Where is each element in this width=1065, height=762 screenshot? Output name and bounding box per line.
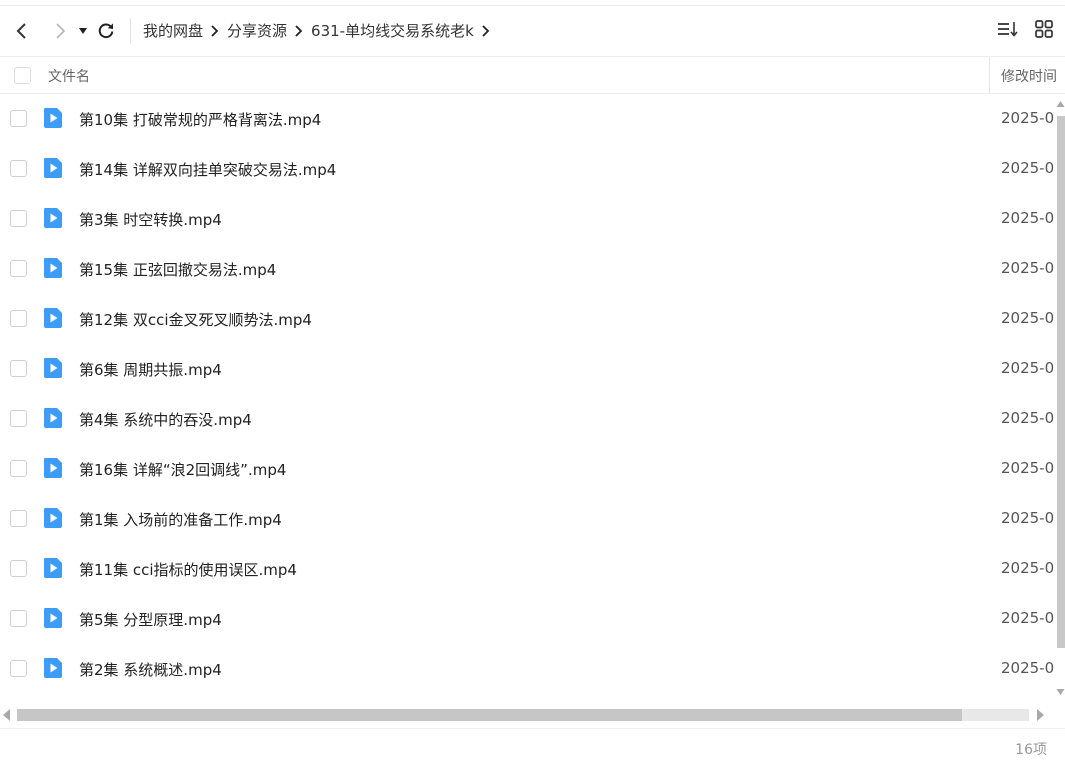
- sort-button[interactable]: [997, 18, 1019, 40]
- item-count: 16项: [1015, 742, 1047, 758]
- chevron-right-icon[interactable]: [474, 24, 498, 38]
- toolbar: 我的网盘 分享资源 631-单均线交易系统老k: [0, 5, 1065, 55]
- file-name: 第3集 时空转换.mp4: [79, 211, 222, 229]
- file-name: 第12集 双cci金叉死叉顺势法.mp4: [79, 311, 312, 329]
- horizontal-scroll-thumb[interactable]: [17, 709, 962, 721]
- chevron-left-icon: [16, 22, 26, 39]
- video-file-icon: [44, 358, 62, 378]
- file-modified-time: 2025-0: [1001, 509, 1055, 527]
- view-controls: [997, 18, 1055, 40]
- video-file-icon: [44, 308, 62, 328]
- row-checkbox[interactable]: [10, 410, 27, 427]
- file-modified-time: 2025-0: [1001, 659, 1055, 677]
- video-file-icon: [44, 508, 62, 528]
- video-file-icon: [44, 458, 62, 478]
- file-modified-time: 2025-0: [1001, 459, 1055, 477]
- row-checkbox[interactable]: [10, 210, 27, 227]
- file-name: 第15集 正弦回撤交易法.mp4: [79, 261, 277, 279]
- video-file-icon: [44, 558, 62, 578]
- file-modified-time: 2025-0: [1001, 309, 1055, 327]
- breadcrumb-item[interactable]: 631-单均线交易系统老k: [311, 20, 474, 41]
- file-row[interactable]: 第2集 系统概述.mp4 2025-0: [0, 644, 1056, 694]
- row-checkbox[interactable]: [10, 460, 27, 477]
- file-row[interactable]: 第4集 系统中的吞没.mp4 2025-0: [0, 394, 1056, 444]
- file-row[interactable]: 第10集 打破常规的严格背离法.mp4 2025-0: [0, 94, 1056, 144]
- toolbar-divider: [130, 17, 131, 44]
- column-header-modified-time[interactable]: 修改时间: [1001, 66, 1057, 86]
- file-modified-time: 2025-0: [1001, 359, 1055, 377]
- row-checkbox[interactable]: [10, 360, 27, 377]
- file-name: 第6集 周期共振.mp4: [79, 361, 222, 379]
- row-checkbox[interactable]: [10, 610, 27, 627]
- file-name: 第5集 分型原理.mp4: [79, 611, 222, 629]
- video-file-icon: [44, 608, 62, 628]
- file-row[interactable]: 第6集 周期共振.mp4 2025-0: [0, 344, 1056, 394]
- column-divider[interactable]: [989, 57, 990, 94]
- file-modified-time: 2025-0: [1001, 609, 1055, 627]
- grid-view-button[interactable]: [1033, 18, 1055, 40]
- file-list: 第10集 打破常规的严格背离法.mp4 2025-0 第14集 详解双向挂单突破交易…: [0, 94, 1056, 700]
- scroll-down-arrow-icon[interactable]: [1056, 688, 1065, 696]
- breadcrumb-item[interactable]: 分享资源: [227, 20, 287, 41]
- history-dropdown-button[interactable]: [76, 17, 90, 45]
- file-name: 第14集 详解双向挂单突破交易法.mp4: [79, 161, 337, 179]
- chevron-right-icon: [56, 22, 66, 39]
- file-row[interactable]: 第15集 正弦回撤交易法.mp4 2025-0: [0, 244, 1056, 294]
- breadcrumb-item[interactable]: 我的网盘: [143, 20, 203, 41]
- row-checkbox[interactable]: [10, 110, 27, 127]
- video-file-icon: [44, 108, 62, 128]
- back-button[interactable]: [8, 17, 36, 45]
- list-header: 文件名 修改时间: [0, 56, 1065, 94]
- scroll-up-arrow-icon[interactable]: [1056, 100, 1065, 108]
- chevron-right-icon: [203, 24, 227, 38]
- video-file-icon: [44, 158, 62, 178]
- file-name: 第1集 入场前的准备工作.mp4: [79, 511, 282, 529]
- column-header-name[interactable]: 文件名: [48, 66, 90, 86]
- file-modified-time: 2025-0: [1001, 159, 1055, 177]
- file-row[interactable]: 第3集 时空转换.mp4 2025-0: [0, 194, 1056, 244]
- vertical-scroll-thumb[interactable]: [1057, 116, 1065, 648]
- scroll-right-arrow-icon[interactable]: [1035, 708, 1045, 722]
- status-bar: 16项: [0, 728, 1065, 762]
- video-file-icon: [44, 408, 62, 428]
- file-modified-time: 2025-0: [1001, 209, 1055, 227]
- file-modified-time: 2025-0: [1001, 109, 1055, 127]
- row-checkbox[interactable]: [10, 160, 27, 177]
- refresh-button[interactable]: [92, 17, 120, 45]
- forward-button[interactable]: [46, 17, 74, 45]
- scroll-left-arrow-icon[interactable]: [2, 708, 12, 722]
- select-all-checkbox[interactable]: [14, 67, 31, 84]
- file-modified-time: 2025-0: [1001, 259, 1055, 277]
- file-name: 第16集 详解“浪2回调线”.mp4: [79, 461, 287, 479]
- file-row[interactable]: 第12集 双cci金叉死叉顺势法.mp4 2025-0: [0, 294, 1056, 344]
- breadcrumb: 我的网盘 分享资源 631-单均线交易系统老k: [143, 20, 498, 41]
- row-checkbox[interactable]: [10, 310, 27, 327]
- file-browser-window: 我的网盘 分享资源 631-单均线交易系统老k 文件名 修改时间 第10集 打破…: [0, 0, 1065, 762]
- file-row[interactable]: 第11集 cci指标的使用误区.mp4 2025-0: [0, 544, 1056, 594]
- grid-icon: [1035, 20, 1053, 38]
- file-name: 第4集 系统中的吞没.mp4: [79, 411, 252, 429]
- file-row[interactable]: 第14集 详解双向挂单突破交易法.mp4 2025-0: [0, 144, 1056, 194]
- chevron-right-icon: [287, 24, 311, 38]
- row-checkbox[interactable]: [10, 660, 27, 677]
- file-row[interactable]: 第16集 详解“浪2回调线”.mp4 2025-0: [0, 444, 1056, 494]
- row-checkbox[interactable]: [10, 510, 27, 527]
- video-file-icon: [44, 208, 62, 228]
- row-checkbox[interactable]: [10, 260, 27, 277]
- file-row[interactable]: 第5集 分型原理.mp4 2025-0: [0, 594, 1056, 644]
- file-name: 第11集 cci指标的使用误区.mp4: [79, 561, 297, 579]
- refresh-icon: [98, 23, 114, 38]
- caret-down-icon: [79, 27, 87, 34]
- horizontal-scrollbar[interactable]: [0, 706, 1050, 724]
- file-modified-time: 2025-0: [1001, 559, 1055, 577]
- file-row[interactable]: 第1集 入场前的准备工作.mp4 2025-0: [0, 494, 1056, 544]
- video-file-icon: [44, 658, 62, 678]
- vertical-scrollbar[interactable]: [1056, 100, 1065, 698]
- file-modified-time: 2025-0: [1001, 409, 1055, 427]
- file-name: 第2集 系统概述.mp4: [79, 661, 222, 679]
- file-name: 第10集 打破常规的严格背离法.mp4: [79, 111, 322, 129]
- row-checkbox[interactable]: [10, 560, 27, 577]
- sort-icon: [998, 22, 1018, 37]
- video-file-icon: [44, 258, 62, 278]
